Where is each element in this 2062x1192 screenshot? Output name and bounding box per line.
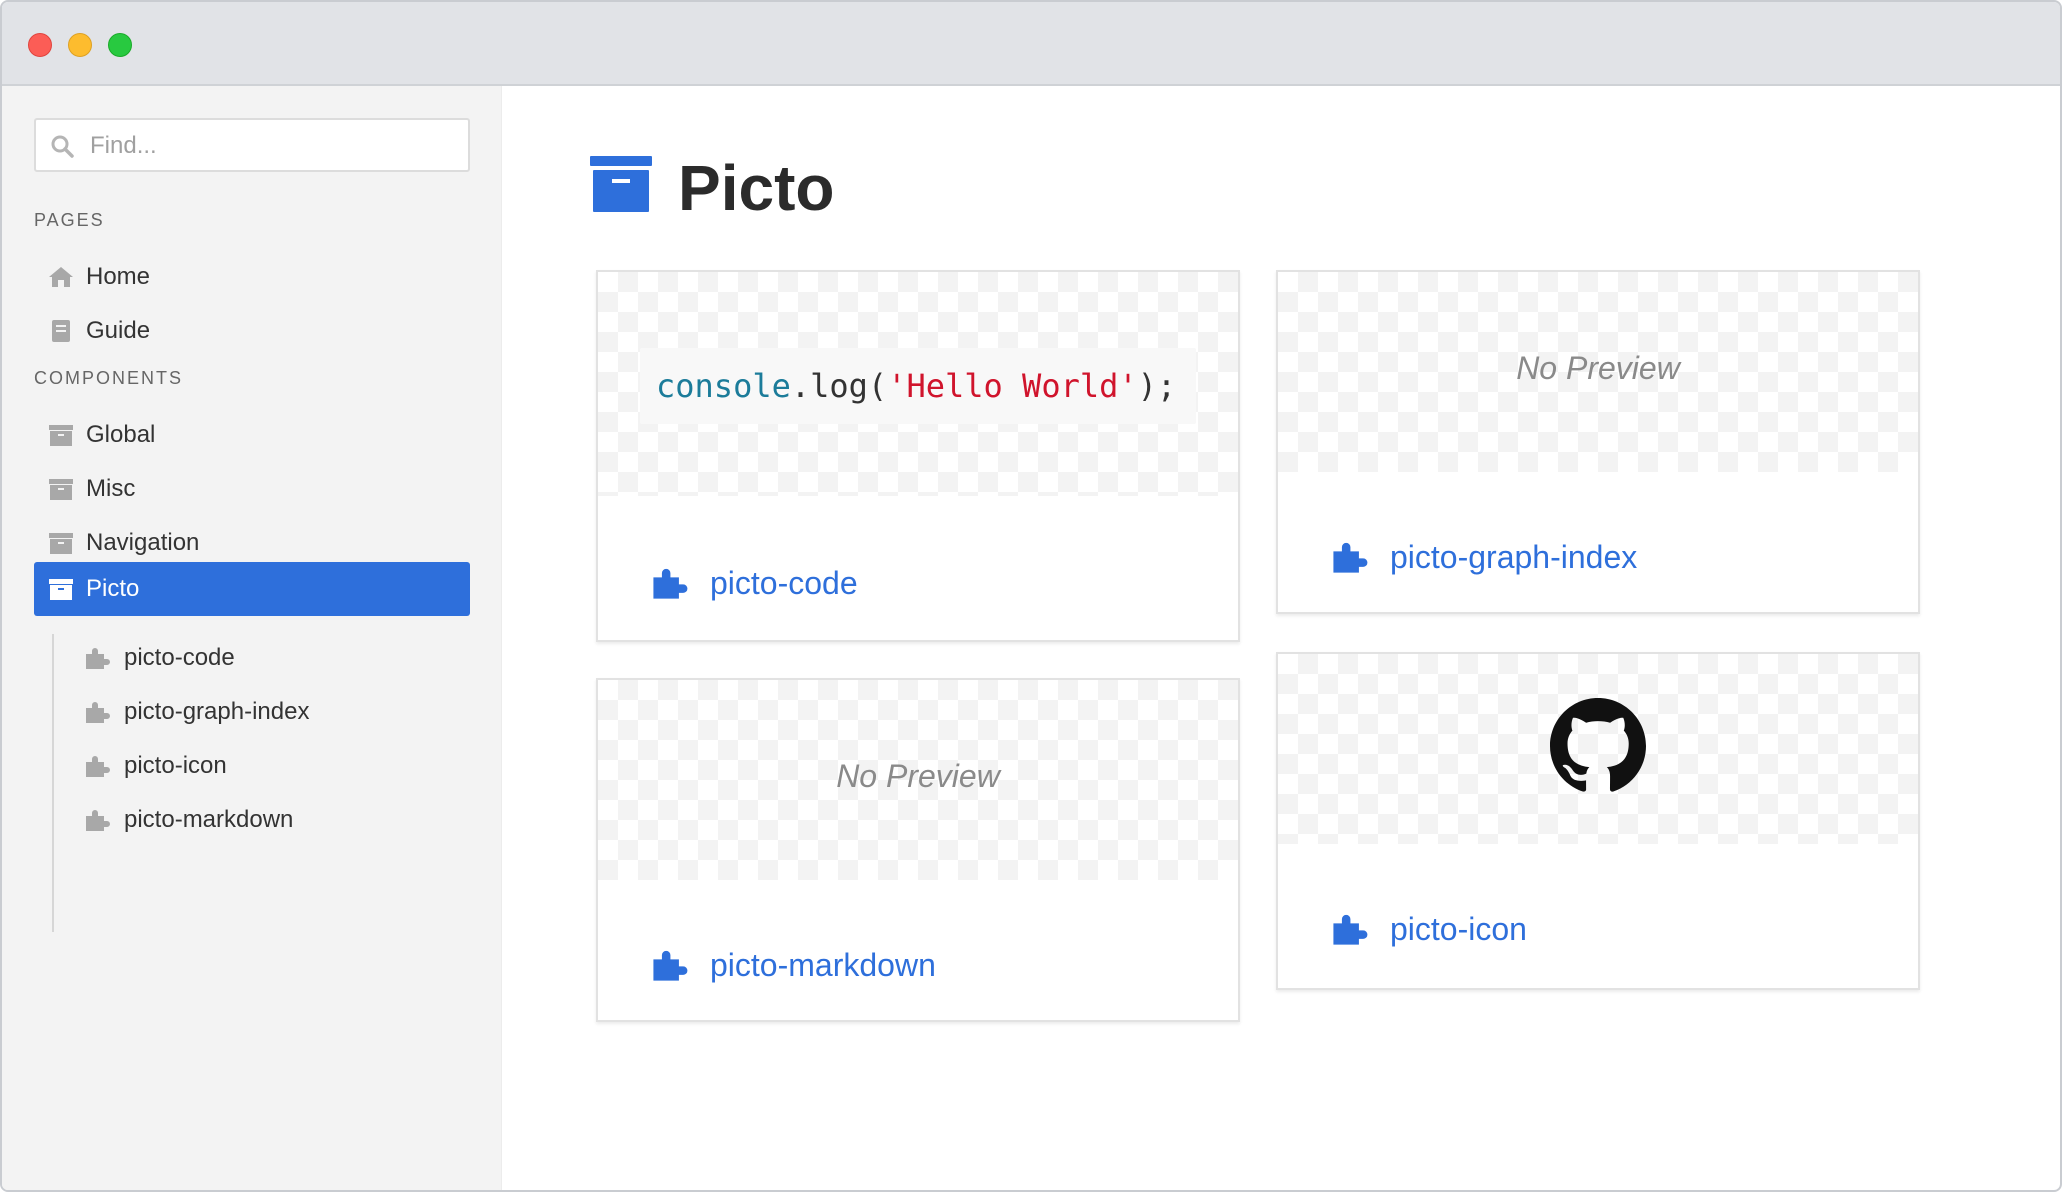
sidebar-item-label: Home [86, 263, 151, 290]
sidebar-item-label: Navigation [86, 529, 200, 556]
sidebar-item-guide[interactable]: Guide [34, 304, 470, 358]
puzzle-icon [86, 648, 110, 669]
minimize-window-button[interactable] [68, 33, 92, 57]
card-preview: console.log('Hello World'); [598, 272, 1238, 496]
puzzle-icon [86, 756, 110, 777]
book-icon [52, 320, 70, 342]
card-link[interactable]: picto-graph-index [1390, 538, 1637, 576]
sidebar-item-misc[interactable]: Misc [34, 462, 470, 516]
card-link[interactable]: picto-icon [1390, 910, 1527, 948]
code-token-dot: . [790, 367, 811, 405]
sidebar-subitem-label: picto-markdown [124, 806, 294, 833]
card-preview: No Preview [598, 680, 1238, 880]
section-title-pages: PAGES [34, 210, 105, 230]
card-footer[interactable]: picto-markdown [598, 918, 1238, 1008]
code-preview: console.log('Hello World'); [640, 348, 1196, 424]
title-bar [2, 2, 2060, 86]
archive-icon [49, 479, 73, 500]
sidebar-item-label: Picto [86, 575, 140, 602]
code-token-object: console [656, 367, 791, 405]
search-icon [51, 135, 74, 158]
sidebar-item-label: Misc [86, 475, 136, 502]
sidebar-item-global[interactable]: Global [34, 408, 470, 462]
card-preview: No Preview [1278, 272, 1918, 472]
puzzle-icon [86, 810, 110, 831]
card-preview [1278, 654, 1918, 844]
github-icon [1550, 698, 1646, 792]
archive-icon [590, 156, 652, 212]
maximize-window-button[interactable] [108, 33, 132, 57]
code-token-tail: ); [1137, 367, 1177, 405]
card-link[interactable]: picto-markdown [710, 946, 936, 984]
main-content: Picto console.log('Hello World'); picto-… [502, 86, 2060, 1190]
puzzle-icon [653, 568, 688, 599]
search-box[interactable] [34, 118, 470, 172]
sidebar-subitem-label: picto-code [124, 644, 235, 671]
archive-icon [49, 425, 73, 446]
archive-icon [49, 533, 73, 554]
close-window-button[interactable] [28, 33, 52, 57]
component-card-picto-code[interactable]: console.log('Hello World'); picto-code [596, 270, 1240, 642]
sidebar-item-label: Guide [86, 317, 151, 344]
card-footer[interactable]: picto-code [598, 536, 1238, 626]
app-window: PAGES Home Guide COMPONENTS Global [0, 0, 2062, 1192]
puzzle-icon [1333, 914, 1368, 945]
subtree-line [52, 634, 54, 932]
section-title-components: COMPONENTS [34, 368, 184, 388]
code-token-method: log( [810, 367, 888, 405]
home-icon [49, 267, 73, 287]
card-footer[interactable]: picto-icon [1278, 882, 1918, 972]
sidebar-subitem-label: picto-icon [124, 752, 227, 779]
component-card-picto-graph-index[interactable]: No Preview picto-graph-index [1276, 270, 1920, 614]
no-preview-text: No Preview [1516, 350, 1680, 386]
sidebar: PAGES Home Guide COMPONENTS Global [2, 86, 502, 1190]
page-title: Picto [678, 152, 835, 224]
no-preview-text: No Preview [836, 758, 1000, 794]
sidebar-item-picto[interactable]: Picto [34, 562, 470, 616]
card-link[interactable]: picto-code [710, 564, 858, 602]
code-token-string: 'Hello World' [887, 367, 1138, 405]
component-card-picto-markdown[interactable]: No Preview picto-markdown [596, 678, 1240, 1022]
puzzle-icon [653, 950, 688, 981]
puzzle-icon [86, 702, 110, 723]
sidebar-item-label: Global [86, 421, 156, 448]
sidebar-subitem-label: picto-graph-index [124, 698, 310, 725]
component-card-picto-icon[interactable]: picto-icon [1276, 652, 1920, 990]
archive-icon [49, 579, 73, 600]
sidebar-item-home[interactable]: Home [34, 250, 470, 304]
puzzle-icon [1333, 542, 1368, 573]
card-footer[interactable]: picto-graph-index [1278, 510, 1918, 600]
search-input[interactable] [90, 128, 460, 164]
